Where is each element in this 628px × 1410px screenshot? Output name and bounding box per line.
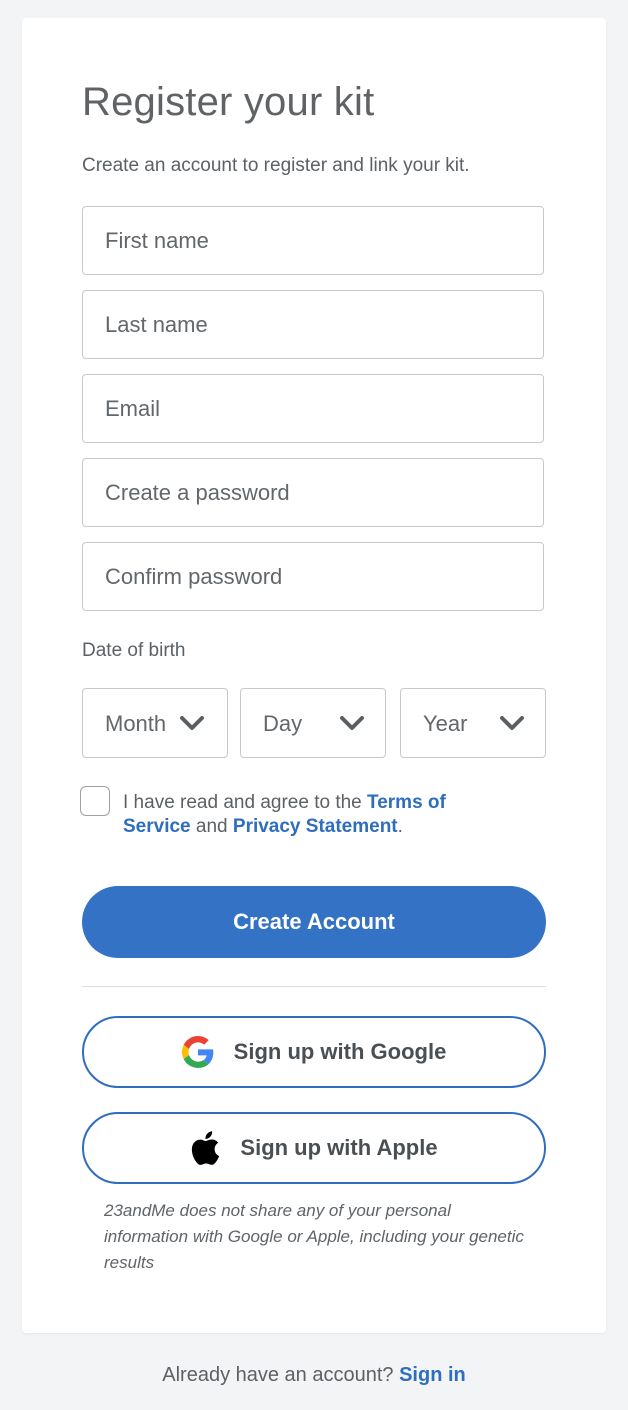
- apple-logo-icon: [192, 1131, 220, 1165]
- month-select[interactable]: Month: [82, 688, 228, 758]
- agree-checkbox[interactable]: [80, 786, 110, 816]
- month-select-label: Month: [105, 711, 167, 736]
- signin-footer: Already have an account? Sign in: [0, 1364, 628, 1387]
- chevron-down-icon: [500, 716, 524, 730]
- chevron-down-icon: [180, 716, 204, 730]
- google-signup-button[interactable]: Sign up with Google: [82, 1016, 546, 1088]
- divider: [82, 986, 546, 987]
- apple-signup-button[interactable]: Sign up with Apple: [82, 1112, 546, 1184]
- day-select-label: Day: [263, 711, 303, 736]
- agree-and: and: [190, 816, 233, 837]
- sign-in-link[interactable]: Sign in: [399, 1364, 466, 1386]
- register-card: Register your kit Create an account to r…: [22, 18, 606, 1333]
- email-field[interactable]: [82, 374, 544, 443]
- page-title: Register your kit: [82, 80, 375, 124]
- day-select[interactable]: Day: [240, 688, 386, 758]
- confirm-password-input[interactable]: [83, 543, 543, 610]
- privacy-statement-link[interactable]: Privacy Statement: [233, 816, 398, 837]
- page-subtitle: Create an account to register and link y…: [82, 155, 470, 176]
- signin-prompt: Already have an account?: [162, 1364, 400, 1386]
- agree-suffix: .: [397, 816, 403, 837]
- create-account-button[interactable]: Create Account: [82, 886, 546, 958]
- last-name-input[interactable]: [83, 291, 543, 358]
- google-signup-label: Sign up with Google: [233, 1039, 447, 1064]
- first-name-input[interactable]: [83, 207, 543, 274]
- google-g-icon: [181, 1036, 213, 1068]
- chevron-down-icon: [340, 716, 364, 730]
- year-select-label: Year: [423, 711, 468, 736]
- privacy-disclaimer: 23andMe does not share any of your perso…: [104, 1201, 524, 1272]
- agree-text: I have read and agree to the Terms of Se…: [123, 791, 503, 839]
- year-select[interactable]: Year: [400, 688, 546, 758]
- first-name-field[interactable]: [82, 206, 544, 275]
- apple-signup-label: Sign up with Apple: [240, 1135, 438, 1160]
- dob-label: Date of birth: [82, 640, 186, 661]
- last-name-field[interactable]: [82, 290, 544, 359]
- email-input[interactable]: [83, 375, 543, 442]
- agree-prefix: I have read and agree to the: [123, 792, 368, 813]
- password-input[interactable]: [83, 459, 543, 526]
- password-field[interactable]: [82, 458, 544, 527]
- confirm-password-field[interactable]: [82, 542, 544, 611]
